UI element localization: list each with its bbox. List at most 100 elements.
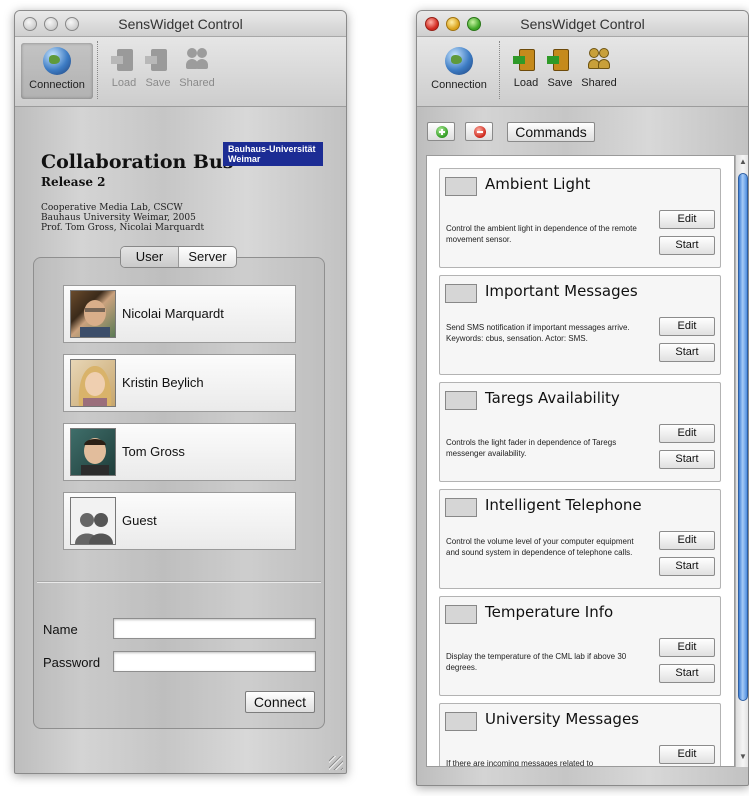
edit-button[interactable]: Edit (659, 317, 715, 336)
credits-line: Prof. Tom Gross, Nicolai Marquardt (41, 223, 205, 233)
load-label: Load (111, 77, 137, 89)
command-card: Important Messages Send SMS notification… (439, 275, 721, 375)
commands-button[interactable]: Commands (507, 122, 595, 142)
university-logo: Bauhaus-Universität Weimar (223, 142, 323, 166)
load-button[interactable]: Load (109, 43, 139, 89)
credits-line: Bauhaus University Weimar, 2005 (41, 213, 196, 223)
title-bar[interactable]: SensWidget Control (417, 11, 748, 37)
user-card-guest[interactable]: Guest (63, 492, 296, 550)
app-brand-title: Collaboration Bus (41, 151, 234, 173)
shared-button[interactable]: Shared (178, 43, 216, 89)
toolbar: Connection Load Save Shared (417, 37, 748, 107)
edit-button[interactable]: Edit (659, 638, 715, 657)
command-title: Important Messages (485, 282, 638, 300)
toolbar: Connection Load Save Shared (15, 37, 346, 107)
edit-button[interactable]: Edit (659, 210, 715, 229)
name-label: Name (43, 622, 78, 637)
name-field[interactable] (113, 618, 316, 639)
color-swatch[interactable] (445, 498, 477, 517)
edit-button[interactable]: Edit (659, 531, 715, 550)
command-card: University Messages If there are incomin… (439, 703, 721, 766)
tab-server[interactable]: Server (178, 247, 236, 267)
avatar (70, 497, 116, 545)
person-photo-icon (80, 300, 110, 337)
command-title: Intelligent Telephone (485, 496, 642, 514)
command-card: Taregs Availability Controls the light f… (439, 382, 721, 482)
person-photo-icon (81, 438, 109, 475)
scroll-down-icon[interactable]: ▼ (739, 753, 747, 761)
connect-button[interactable]: Connect (245, 691, 315, 713)
save-button[interactable]: Save (142, 43, 174, 89)
save-icon (145, 47, 171, 73)
window-footer (417, 765, 748, 785)
command-description: Control the volume level of your compute… (446, 537, 634, 557)
commands-toolbar: Commands (417, 119, 748, 149)
command-card: Temperature Info Display the temperature… (439, 596, 721, 696)
commands-list: Ambient Light Control the ambient light … (426, 155, 735, 767)
connection-button[interactable]: Connection (21, 43, 93, 99)
shared-button[interactable]: Shared (580, 43, 618, 89)
title-bar[interactable]: SensWidget Control (15, 11, 346, 37)
command-title: Ambient Light (485, 175, 591, 193)
shared-label: Shared (179, 77, 215, 89)
command-description: Control the ambient light in dependence … (446, 224, 637, 244)
toolbar-separator (499, 41, 500, 99)
start-button[interactable]: Start (659, 450, 715, 469)
scroll-thumb[interactable] (738, 173, 748, 701)
color-swatch[interactable] (445, 284, 477, 303)
edit-button[interactable]: Edit (659, 745, 715, 764)
user-card-tom[interactable]: Tom Gross (63, 423, 296, 481)
save-button[interactable]: Save (544, 43, 576, 89)
color-swatch[interactable] (445, 712, 477, 731)
tab-user[interactable]: User (121, 247, 178, 267)
connection-label: Connection (29, 79, 85, 91)
window-controls (23, 17, 79, 31)
resize-grip[interactable] (329, 756, 343, 770)
university-logo-line1: Bauhaus-Universität (228, 144, 316, 154)
user-name: Nicolai Marquardt (122, 306, 224, 321)
command-title: Taregs Availability (485, 389, 620, 407)
minimize-icon[interactable] (446, 17, 460, 31)
color-swatch[interactable] (445, 605, 477, 624)
plus-icon (436, 126, 448, 138)
start-button[interactable]: Start (659, 236, 715, 255)
minus-icon (474, 126, 486, 138)
remove-command-button[interactable] (465, 122, 493, 141)
color-swatch[interactable] (445, 177, 477, 196)
edit-button[interactable]: Edit (659, 424, 715, 443)
user-card-kristin[interactable]: Kristin Beylich (63, 354, 296, 412)
command-card: Intelligent Telephone Control the volume… (439, 489, 721, 589)
avatar (70, 359, 116, 407)
window-title: SensWidget Control (118, 16, 243, 32)
university-logo-line2: Weimar (228, 154, 261, 164)
load-icon (513, 47, 539, 73)
credits: Cooperative Media Lab, CSCW Bauhaus Univ… (41, 203, 204, 233)
load-button[interactable]: Load (511, 43, 541, 89)
commands-window: SensWidget Control Connection Load Save … (416, 10, 749, 786)
avatar (70, 290, 116, 338)
zoom-icon[interactable] (467, 17, 481, 31)
toolbar-separator (97, 41, 98, 99)
close-icon[interactable] (425, 17, 439, 31)
minimize-icon[interactable] (44, 17, 58, 31)
command-description: Display the temperature of the CML lab i… (446, 652, 627, 672)
add-command-button[interactable] (427, 122, 455, 141)
zoom-icon[interactable] (65, 17, 79, 31)
password-field[interactable] (113, 651, 316, 672)
user-card-nicolai[interactable]: Nicolai Marquardt (63, 285, 296, 343)
user-name: Tom Gross (122, 444, 185, 459)
scroll-up-icon[interactable]: ▲ (739, 158, 747, 166)
user-server-tabs: User Server (120, 246, 237, 268)
app-release: Release 2 (41, 175, 106, 189)
start-button[interactable]: Start (659, 557, 715, 576)
start-button[interactable]: Start (659, 343, 715, 362)
start-button[interactable]: Start (659, 664, 715, 683)
credits-line: Cooperative Media Lab, CSCW (41, 203, 183, 213)
scrollbar[interactable]: ▲ ▼ (735, 155, 748, 767)
close-icon[interactable] (23, 17, 37, 31)
user-name: Guest (122, 513, 157, 528)
connection-button[interactable]: Connection (423, 43, 495, 99)
color-swatch[interactable] (445, 391, 477, 410)
load-icon (111, 47, 137, 73)
divider (37, 581, 321, 582)
